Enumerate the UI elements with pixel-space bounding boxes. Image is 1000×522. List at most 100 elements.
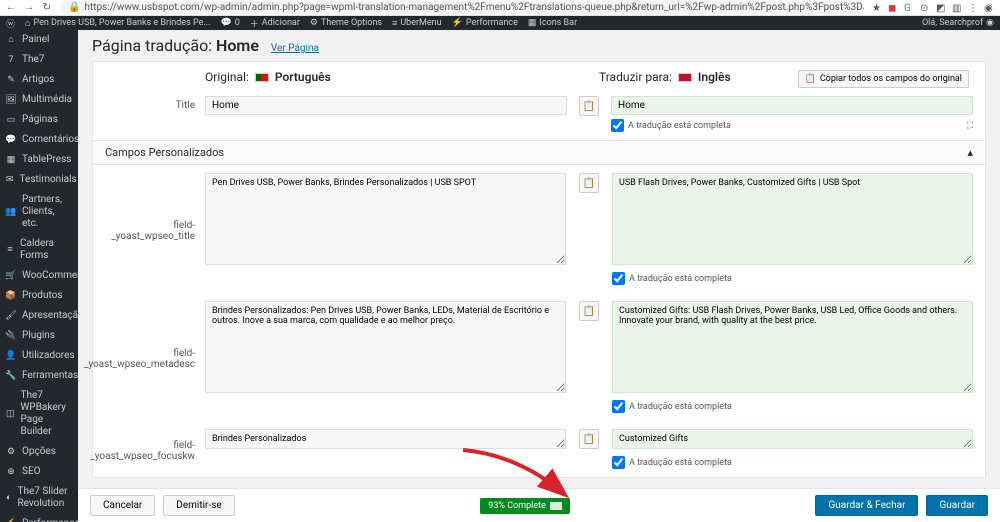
url-bar[interactable]: 🔒 https://www.usbspot.com/wp-admin/admin… <box>60 1 864 14</box>
save-close-button[interactable]: Guardar & Fechar <box>815 495 918 516</box>
menu-label: Produtos <box>22 290 63 302</box>
menu-label: Testimonials <box>20 174 77 186</box>
view-page-link[interactable]: Ver Página <box>271 43 319 54</box>
menu-icon: 👤 <box>6 351 16 361</box>
sidebar-item-caldera-forms[interactable]: ≡Caldera Forms <box>0 234 78 266</box>
sidebar-item-performance[interactable]: ⚡Performance <box>0 514 78 522</box>
sidebar-item-coment-rios[interactable]: 💬 Comentários <box>0 130 78 150</box>
menu-label: Performance <box>22 518 78 522</box>
flag-en-icon <box>678 73 692 82</box>
nav-forward-icon[interactable]: → <box>24 2 34 13</box>
sidebar-item-testimonials[interactable]: ✉ Testimonials <box>0 170 78 190</box>
complete-row: A tradução está completa ⛶ <box>611 119 973 132</box>
title-original-input <box>205 96 567 115</box>
nav-reload-icon[interactable]: ↻ <box>42 2 52 13</box>
sidebar-item-the7-wpbakery-page-builder[interactable]: ◫The7 WPBakery Page Builder <box>0 386 78 442</box>
save-button[interactable]: Guardar <box>926 495 988 516</box>
original-textarea: Brindes Personalizados: Pen Drives USB, … <box>205 301 566 393</box>
sidebar-item-painel[interactable]: ⌂Painel <box>0 30 78 50</box>
ext-icon[interactable]: ⋮ <box>968 3 978 13</box>
site-link[interactable]: ⌂Pen Drives USB, Power Banks e Brindes P… <box>25 18 210 29</box>
sidebar-item-utilizadores[interactable]: 👤 Utilizadores <box>0 346 78 366</box>
sidebar-item-tablepress[interactable]: ▦ TablePress <box>0 150 78 170</box>
menu-icon: ≡ <box>6 245 14 255</box>
complete-checkbox[interactable] <box>612 272 625 285</box>
copy-all-button[interactable]: 📋 Copiar todos os campos do original <box>798 70 969 88</box>
menu-label: Multimédia <box>22 94 72 106</box>
menu-icon: ⊕ <box>6 467 16 477</box>
ubermenu-link[interactable]: ≡UberMenu <box>392 18 442 29</box>
ext-icon[interactable]: ◼ <box>888 3 898 13</box>
sidebar-item-produtos[interactable]: 📦 Produtos <box>0 286 78 306</box>
wp-logo-icon[interactable]: ⓦ <box>6 17 15 30</box>
menu-label: Utilizadores <box>22 350 75 362</box>
menu-icon: ▭ <box>6 115 16 125</box>
performance-link[interactable]: ⚡Performance <box>452 18 518 28</box>
sidebar-item-op-es[interactable]: ⚙Opções <box>0 442 78 462</box>
menu-label: TablePress <box>22 154 71 166</box>
theme-options-link[interactable]: ⚙Theme Options <box>310 18 382 28</box>
sidebar-item-multim-dia[interactable]: 🖼Multimédia <box>0 90 78 110</box>
nav-back-icon[interactable]: ← <box>6 2 16 13</box>
translation-textarea[interactable]: Customized Gifts: USB Flash Drives, Powe… <box>612 301 973 393</box>
sidebar-item-p-ginas[interactable]: ▭ Páginas <box>0 110 78 130</box>
field-label: field-_yoast_wpseo_focuskw <box>105 429 205 469</box>
page-title: Página tradução: Home Ver Página <box>92 36 986 55</box>
copy-field-button[interactable]: 📋 <box>579 96 599 116</box>
complete-checkbox[interactable] <box>612 400 625 413</box>
menu-icon: 🛒 <box>6 271 16 281</box>
ext-icon[interactable]: ◩ <box>936 3 946 13</box>
menu-icon: 7 <box>6 55 16 65</box>
avatar-icon[interactable]: ◉ <box>984 3 994 13</box>
copy-field-button[interactable]: 📋 <box>579 173 599 193</box>
menu-icon: ▦ <box>6 155 16 165</box>
original-textarea: Brindes Personalizados <box>205 429 566 449</box>
complete-checkbox[interactable] <box>612 456 625 469</box>
sidebar-item-plugins[interactable]: 🔌Plugins <box>0 326 78 346</box>
sidebar-item-ferramentas[interactable]: 🔧Ferramentas <box>0 366 78 386</box>
menu-icon: ◐ <box>6 493 11 503</box>
cancel-button[interactable]: Cancelar <box>90 495 155 516</box>
sidebar-item-seo[interactable]: ⊕SEO <box>0 462 78 482</box>
footer-bar: Cancelar Demitir-se 93% Complete Guardar… <box>78 488 1000 522</box>
menu-icon: 💬 <box>6 135 16 145</box>
menu-icon: 👥 <box>6 207 16 217</box>
menu-label: Páginas <box>22 114 58 126</box>
ext-icon[interactable]: ▥ <box>952 3 962 13</box>
menu-label: The7 Slider Revolution <box>17 486 72 510</box>
collapse-icon[interactable]: ▴ <box>967 146 973 159</box>
copy-field-button[interactable]: 📋 <box>579 301 599 321</box>
ext-icon[interactable]: G <box>904 3 914 13</box>
section-header[interactable]: Campos Personalizados ▴ <box>93 140 985 165</box>
sidebar-item-partners-clients-etc-[interactable]: 👥Partners, Clients, etc. <box>0 190 78 234</box>
browser-extensions: ★ ◼ G ⊙ ◩ ▥ ⋮ ◉ <box>872 3 994 13</box>
menu-label: Comentários <box>22 134 78 146</box>
icons-bar-link[interactable]: ▦Icons Bar <box>528 18 577 28</box>
menu-icon: 📦 <box>6 291 16 301</box>
complete-checkbox[interactable] <box>611 119 624 132</box>
lock-icon: 🔒 <box>68 2 80 13</box>
translation-textarea[interactable]: Customized Gifts <box>612 429 973 449</box>
sidebar-item-apresenta-o[interactable]: 🖌Apresentação <box>0 306 78 326</box>
title-translation-input[interactable] <box>611 96 973 115</box>
translation-textarea[interactable]: USB Flash Drives, Power Banks, Customize… <box>612 173 973 265</box>
field-row: field-_yoast_wpseo_titlePen Drives USB, … <box>93 165 985 293</box>
comments-link[interactable]: 💬0 <box>220 18 239 28</box>
menu-label: Painel <box>22 34 49 46</box>
add-new-link[interactable]: ＋Adicionar <box>250 17 300 30</box>
sidebar-item-artigos[interactable]: ✎Artigos <box>0 70 78 90</box>
wp-admin-bar: ⓦ ⌂Pen Drives USB, Power Banks e Brindes… <box>0 16 1000 30</box>
sidebar-item-woocommerce[interactable]: 🛒WooCommerce <box>0 266 78 286</box>
sidebar-item-the7[interactable]: 7The7 <box>0 50 78 70</box>
menu-icon: ◫ <box>6 409 15 419</box>
admin-sidebar: ⌂Painel7The7✎Artigos🖼Multimédia ▭ Páginas 💬… <box>0 30 78 522</box>
ext-icon[interactable]: ★ <box>872 3 882 13</box>
resign-button[interactable]: Demitir-se <box>163 495 234 516</box>
ext-icon[interactable]: ⊙ <box>920 3 930 13</box>
copy-field-button[interactable]: 📋 <box>579 429 599 449</box>
browser-chrome: ← → ↻ 🔒 https://www.usbspot.com/wp-admin… <box>0 0 1000 16</box>
menu-icon: ✉ <box>6 175 14 185</box>
expand-icon[interactable]: ⛶ <box>967 121 973 131</box>
sidebar-item-the7-slider-revolution[interactable]: ◐ The7 Slider Revolution <box>0 482 78 514</box>
user-greeting[interactable]: Olá, Searchprof ◉ <box>922 18 994 28</box>
